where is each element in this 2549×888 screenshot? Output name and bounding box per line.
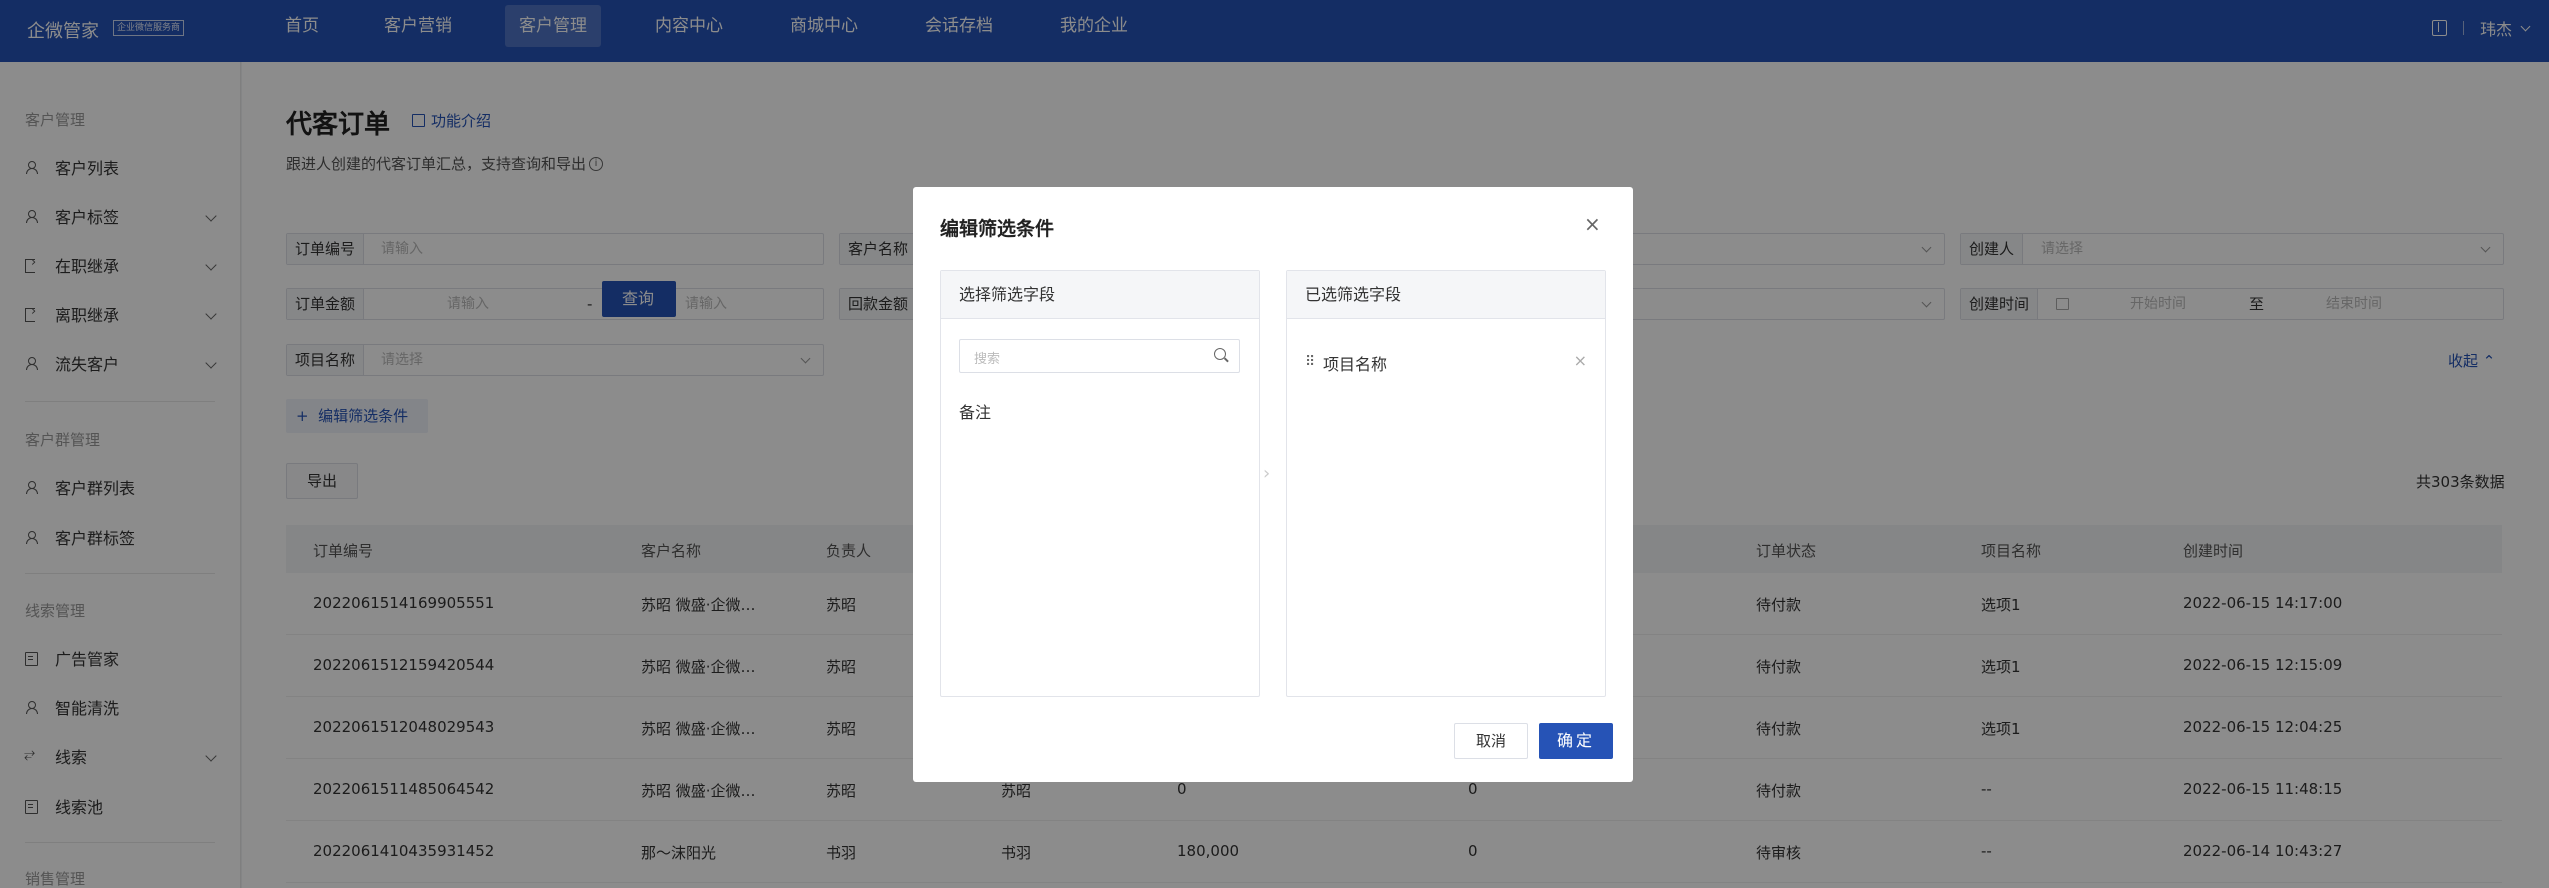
selected-fields-panel: 已选筛选字段 ⠿ 项目名称 × [1286, 270, 1606, 697]
selected-field-label: 项目名称 [1323, 355, 1388, 374]
available-fields-title: 选择筛选字段 [941, 271, 1259, 319]
search-placeholder: 搜索 [974, 352, 1001, 367]
modal-title: 编辑筛选条件 [940, 218, 1055, 240]
chevron-right-icon: › [1263, 463, 1271, 484]
close-icon[interactable]: × [1584, 214, 1601, 234]
selected-field-item[interactable]: ⠿ 项目名称 × [1305, 351, 1587, 375]
available-fields-panel: 选择筛选字段 搜索 备注 [940, 270, 1260, 697]
cancel-button[interactable]: 取消 [1454, 723, 1528, 759]
drag-handle-icon[interactable]: ⠿ [1305, 355, 1315, 369]
available-field-item[interactable]: 备注 [959, 399, 991, 423]
confirm-button[interactable]: 确定 [1539, 723, 1613, 759]
selected-fields-title: 已选筛选字段 [1287, 271, 1605, 319]
search-icon [1214, 348, 1228, 362]
remove-icon[interactable]: × [1574, 351, 1587, 370]
edit-filter-modal: 编辑筛选条件 × 选择筛选字段 搜索 备注 › 已选筛选字段 ⠿ 项目名称 × … [913, 187, 1633, 782]
field-search-input[interactable]: 搜索 [959, 339, 1240, 373]
